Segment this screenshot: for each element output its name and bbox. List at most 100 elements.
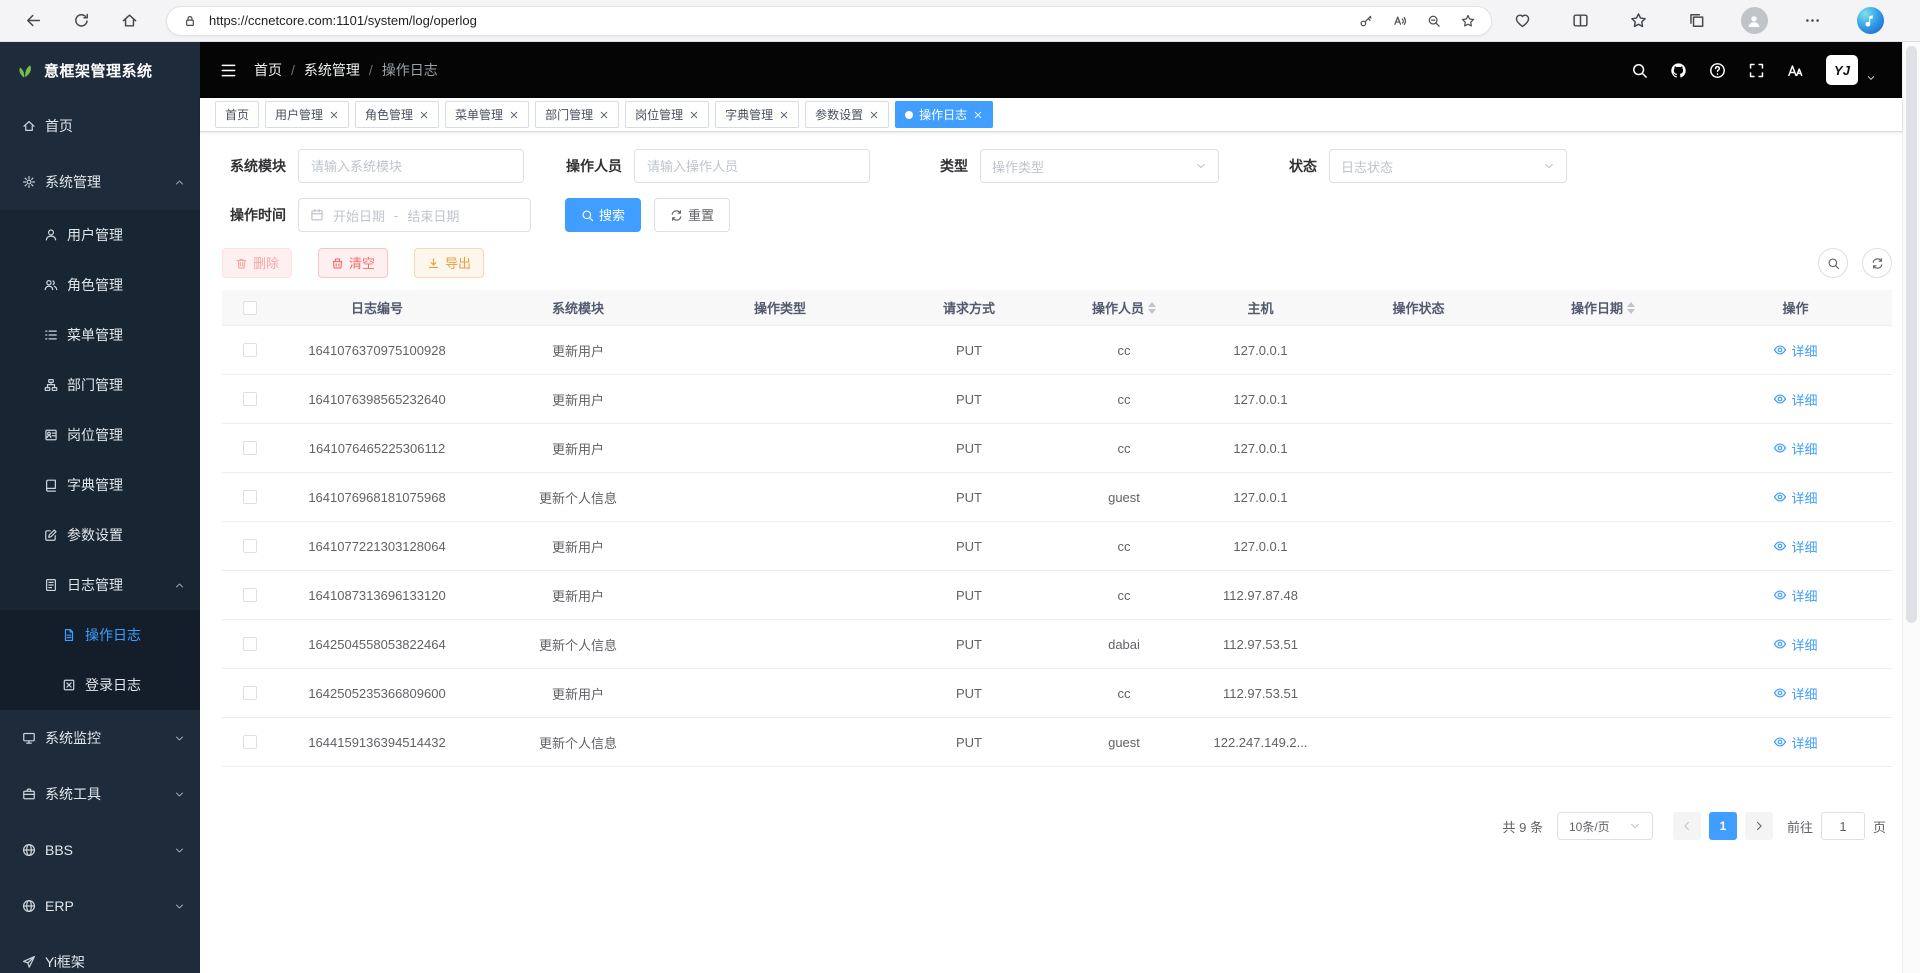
browser-address-bar[interactable]: https://ccnetcore.com:1101/system/log/op… xyxy=(166,6,1492,36)
reload-button[interactable] xyxy=(64,4,98,38)
select-all-checkbox[interactable] xyxy=(243,301,257,315)
tab-param-settings[interactable]: 参数设置 xyxy=(805,101,889,128)
close-tab-icon[interactable] xyxy=(509,110,519,120)
sidebar-item-home[interactable]: 首页 xyxy=(0,98,200,154)
page-scrollbar[interactable] xyxy=(1902,42,1920,973)
close-tab-icon[interactable] xyxy=(419,110,429,120)
tab-home[interactable]: 首页 xyxy=(215,101,259,128)
sidebar-item-yi-framework[interactable]: Yi框架 xyxy=(0,934,200,973)
site-info-lock-icon[interactable] xyxy=(177,8,203,34)
close-tab-icon[interactable] xyxy=(869,110,879,120)
type-select[interactable]: 操作类型 xyxy=(980,149,1219,183)
page-size-select[interactable]: 10条/页 xyxy=(1557,812,1653,840)
sidebar-item-param-settings[interactable]: 参数设置 xyxy=(0,510,200,560)
back-button[interactable] xyxy=(16,4,50,38)
sidebar-item-system-mgmt[interactable]: 系统管理 xyxy=(0,154,200,210)
user-menu-caret-icon[interactable] xyxy=(1866,73,1876,83)
detail-link[interactable]: 详细 xyxy=(1773,537,1817,556)
operator-input[interactable] xyxy=(634,149,870,183)
detail-link[interactable]: 详细 xyxy=(1773,488,1817,507)
row-checkbox[interactable] xyxy=(243,735,257,749)
tab-user-mgmt[interactable]: 用户管理 xyxy=(265,101,349,128)
scrollbar-thumb[interactable] xyxy=(1906,46,1917,623)
export-button[interactable]: 导出 xyxy=(414,248,484,278)
profile-avatar-button[interactable] xyxy=(1738,4,1770,38)
essentials-button[interactable] xyxy=(1506,4,1538,38)
goto-page-input[interactable] xyxy=(1821,812,1865,840)
search-button[interactable] xyxy=(1631,62,1648,79)
sidebar-item-post-mgmt[interactable]: 岗位管理 xyxy=(0,410,200,460)
sidebar-item-login-log[interactable]: 登录日志 xyxy=(0,660,200,710)
search-button[interactable]: 搜索 xyxy=(565,198,641,232)
favorites-star-button[interactable] xyxy=(1622,4,1654,38)
sidebar-item-erp[interactable]: ERP xyxy=(0,878,200,934)
font-size-button[interactable] xyxy=(1787,62,1804,79)
key-button[interactable] xyxy=(1353,8,1379,34)
sidebar-item-role-mgmt[interactable]: 角色管理 xyxy=(0,260,200,310)
close-tab-icon[interactable] xyxy=(689,110,699,120)
row-checkbox[interactable] xyxy=(243,343,257,357)
split-screen-button[interactable] xyxy=(1564,4,1596,38)
sidebar-item-dict-mgmt[interactable]: 字典管理 xyxy=(0,460,200,510)
read-aloud-button[interactable] xyxy=(1387,8,1413,34)
column-header-date[interactable]: 操作日期 xyxy=(1507,298,1699,317)
next-page-button[interactable] xyxy=(1745,812,1773,840)
sidebar-item-log-mgmt[interactable]: 日志管理 xyxy=(0,560,200,610)
detail-link[interactable]: 详细 xyxy=(1773,635,1817,654)
sort-caret-icon[interactable] xyxy=(1627,302,1635,314)
row-checkbox[interactable] xyxy=(243,539,257,553)
copilot-button[interactable] xyxy=(1854,4,1886,38)
breadcrumb-item[interactable]: 首页 xyxy=(254,60,282,80)
show-search-button[interactable] xyxy=(1818,248,1848,278)
sidebar-toggle-button[interactable] xyxy=(214,56,242,84)
detail-link[interactable]: 详细 xyxy=(1773,733,1817,752)
detail-link[interactable]: 详细 xyxy=(1773,684,1817,703)
detail-link[interactable]: 详细 xyxy=(1773,586,1817,605)
tab-oper-log[interactable]: 操作日志 xyxy=(895,101,993,128)
sidebar-item-dept-mgmt[interactable]: 部门管理 xyxy=(0,360,200,410)
close-tab-icon[interactable] xyxy=(973,110,983,120)
more-menu-button[interactable] xyxy=(1796,4,1828,38)
breadcrumb-item[interactable]: 系统管理 xyxy=(304,60,360,80)
date-range-input[interactable]: 开始日期 - 结束日期 xyxy=(298,198,531,232)
sidebar-item-bbs[interactable]: BBS xyxy=(0,822,200,878)
column-header-check[interactable] xyxy=(222,301,277,315)
sidebar-item-system-tools[interactable]: 系统工具 xyxy=(0,766,200,822)
row-checkbox[interactable] xyxy=(243,392,257,406)
row-checkbox[interactable] xyxy=(243,441,257,455)
module-input[interactable] xyxy=(298,149,524,183)
tab-role-mgmt[interactable]: 角色管理 xyxy=(355,101,439,128)
home-button[interactable] xyxy=(112,4,146,38)
github-button[interactable] xyxy=(1670,62,1687,79)
detail-link[interactable]: 详细 xyxy=(1773,390,1817,409)
close-tab-icon[interactable] xyxy=(329,110,339,120)
sort-caret-icon[interactable] xyxy=(1148,302,1156,314)
sidebar-item-oper-log[interactable]: 操作日志 xyxy=(0,610,200,660)
page-number-button[interactable]: 1 xyxy=(1709,812,1737,840)
row-checkbox[interactable] xyxy=(243,686,257,700)
tab-menu-mgmt[interactable]: 菜单管理 xyxy=(445,101,529,128)
prev-page-button[interactable] xyxy=(1673,812,1701,840)
tab-dict-mgmt[interactable]: 字典管理 xyxy=(715,101,799,128)
reset-button[interactable]: 重置 xyxy=(654,198,730,232)
row-checkbox[interactable] xyxy=(243,490,257,504)
status-select[interactable]: 日志状态 xyxy=(1329,149,1567,183)
refresh-table-button[interactable] xyxy=(1862,248,1892,278)
sidebar-item-menu-mgmt[interactable]: 菜单管理 xyxy=(0,310,200,360)
user-logo-button[interactable]: YJ xyxy=(1826,55,1858,85)
question-button[interactable] xyxy=(1709,62,1726,79)
close-tab-icon[interactable] xyxy=(599,110,609,120)
sidebar-item-user-mgmt[interactable]: 用户管理 xyxy=(0,210,200,260)
fullscreen-button[interactable] xyxy=(1748,62,1765,79)
favorite-star-button[interactable] xyxy=(1455,8,1481,34)
tab-dept-mgmt[interactable]: 部门管理 xyxy=(535,101,619,128)
row-checkbox[interactable] xyxy=(243,637,257,651)
row-checkbox[interactable] xyxy=(243,588,257,602)
detail-link[interactable]: 详细 xyxy=(1773,439,1817,458)
collections-button[interactable] xyxy=(1680,4,1712,38)
clear-button[interactable]: 清空 xyxy=(318,248,388,278)
close-tab-icon[interactable] xyxy=(779,110,789,120)
column-header-operator[interactable]: 操作人员 xyxy=(1057,298,1191,317)
tab-post-mgmt[interactable]: 岗位管理 xyxy=(625,101,709,128)
delete-button[interactable]: 删除 xyxy=(222,248,292,278)
